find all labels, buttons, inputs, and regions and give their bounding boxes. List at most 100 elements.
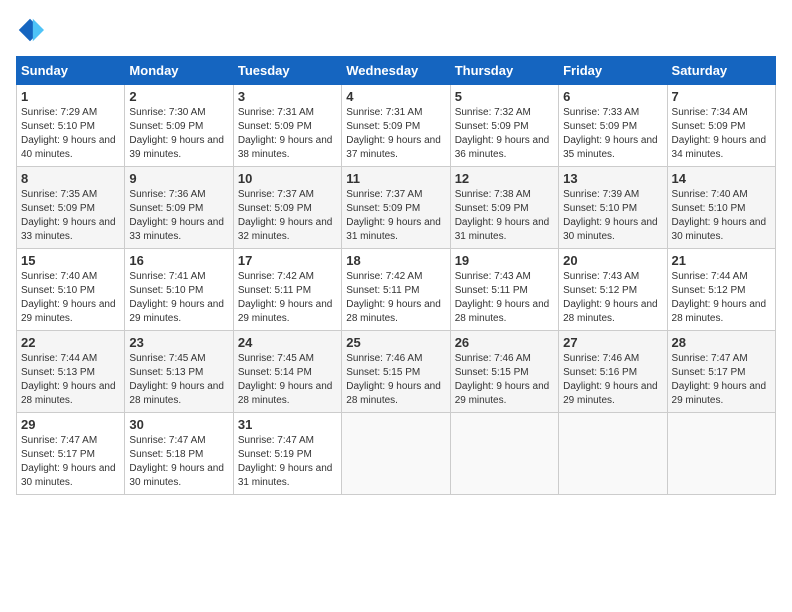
- day-number: 6: [563, 89, 662, 104]
- day-number: 14: [672, 171, 771, 186]
- calendar-cell: 22 Sunrise: 7:44 AMSunset: 5:13 PMDaylig…: [17, 331, 125, 413]
- day-info: Sunrise: 7:30 AMSunset: 5:09 PMDaylight:…: [129, 107, 224, 160]
- calendar-cell: [559, 413, 667, 495]
- day-info: Sunrise: 7:42 AMSunset: 5:11 PMDaylight:…: [238, 271, 333, 324]
- day-info: Sunrise: 7:45 AMSunset: 5:14 PMDaylight:…: [238, 353, 333, 406]
- calendar-cell: 27 Sunrise: 7:46 AMSunset: 5:16 PMDaylig…: [559, 331, 667, 413]
- day-info: Sunrise: 7:47 AMSunset: 5:17 PMDaylight:…: [21, 435, 116, 488]
- calendar-cell: 31 Sunrise: 7:47 AMSunset: 5:19 PMDaylig…: [233, 413, 341, 495]
- day-number: 28: [672, 335, 771, 350]
- day-number: 24: [238, 335, 337, 350]
- col-header-thursday: Thursday: [450, 57, 558, 85]
- day-number: 3: [238, 89, 337, 104]
- day-number: 10: [238, 171, 337, 186]
- day-number: 17: [238, 253, 337, 268]
- day-number: 30: [129, 417, 228, 432]
- day-number: 27: [563, 335, 662, 350]
- day-info: Sunrise: 7:29 AMSunset: 5:10 PMDaylight:…: [21, 107, 116, 160]
- day-info: Sunrise: 7:37 AMSunset: 5:09 PMDaylight:…: [238, 189, 333, 242]
- header-row: SundayMondayTuesdayWednesdayThursdayFrid…: [17, 57, 776, 85]
- day-number: 16: [129, 253, 228, 268]
- day-info: Sunrise: 7:37 AMSunset: 5:09 PMDaylight:…: [346, 189, 441, 242]
- day-number: 9: [129, 171, 228, 186]
- day-info: Sunrise: 7:47 AMSunset: 5:17 PMDaylight:…: [672, 353, 767, 406]
- day-info: Sunrise: 7:44 AMSunset: 5:13 PMDaylight:…: [21, 353, 116, 406]
- day-info: Sunrise: 7:46 AMSunset: 5:16 PMDaylight:…: [563, 353, 658, 406]
- week-row-5: 29 Sunrise: 7:47 AMSunset: 5:17 PMDaylig…: [17, 413, 776, 495]
- day-number: 2: [129, 89, 228, 104]
- day-number: 19: [455, 253, 554, 268]
- day-info: Sunrise: 7:31 AMSunset: 5:09 PMDaylight:…: [238, 107, 333, 160]
- day-info: Sunrise: 7:47 AMSunset: 5:19 PMDaylight:…: [238, 435, 333, 488]
- day-info: Sunrise: 7:46 AMSunset: 5:15 PMDaylight:…: [455, 353, 550, 406]
- calendar-cell: 15 Sunrise: 7:40 AMSunset: 5:10 PMDaylig…: [17, 249, 125, 331]
- day-info: Sunrise: 7:35 AMSunset: 5:09 PMDaylight:…: [21, 189, 116, 242]
- day-info: Sunrise: 7:45 AMSunset: 5:13 PMDaylight:…: [129, 353, 224, 406]
- week-row-2: 8 Sunrise: 7:35 AMSunset: 5:09 PMDayligh…: [17, 167, 776, 249]
- calendar-cell: 19 Sunrise: 7:43 AMSunset: 5:11 PMDaylig…: [450, 249, 558, 331]
- day-number: 25: [346, 335, 445, 350]
- day-number: 13: [563, 171, 662, 186]
- col-header-sunday: Sunday: [17, 57, 125, 85]
- calendar-cell: 14 Sunrise: 7:40 AMSunset: 5:10 PMDaylig…: [667, 167, 775, 249]
- day-number: 7: [672, 89, 771, 104]
- header: [16, 16, 776, 44]
- calendar-cell: 6 Sunrise: 7:33 AMSunset: 5:09 PMDayligh…: [559, 85, 667, 167]
- calendar-cell: 16 Sunrise: 7:41 AMSunset: 5:10 PMDaylig…: [125, 249, 233, 331]
- day-info: Sunrise: 7:46 AMSunset: 5:15 PMDaylight:…: [346, 353, 441, 406]
- calendar-cell: 25 Sunrise: 7:46 AMSunset: 5:15 PMDaylig…: [342, 331, 450, 413]
- calendar-cell: 10 Sunrise: 7:37 AMSunset: 5:09 PMDaylig…: [233, 167, 341, 249]
- day-info: Sunrise: 7:34 AMSunset: 5:09 PMDaylight:…: [672, 107, 767, 160]
- calendar-cell: [667, 413, 775, 495]
- day-number: 31: [238, 417, 337, 432]
- calendar-cell: 29 Sunrise: 7:47 AMSunset: 5:17 PMDaylig…: [17, 413, 125, 495]
- day-info: Sunrise: 7:33 AMSunset: 5:09 PMDaylight:…: [563, 107, 658, 160]
- day-info: Sunrise: 7:31 AMSunset: 5:09 PMDaylight:…: [346, 107, 441, 160]
- calendar-cell: 7 Sunrise: 7:34 AMSunset: 5:09 PMDayligh…: [667, 85, 775, 167]
- day-number: 8: [21, 171, 120, 186]
- day-info: Sunrise: 7:43 AMSunset: 5:11 PMDaylight:…: [455, 271, 550, 324]
- col-header-tuesday: Tuesday: [233, 57, 341, 85]
- day-number: 5: [455, 89, 554, 104]
- col-header-monday: Monday: [125, 57, 233, 85]
- week-row-1: 1 Sunrise: 7:29 AMSunset: 5:10 PMDayligh…: [17, 85, 776, 167]
- col-header-saturday: Saturday: [667, 57, 775, 85]
- calendar-cell: 18 Sunrise: 7:42 AMSunset: 5:11 PMDaylig…: [342, 249, 450, 331]
- col-header-wednesday: Wednesday: [342, 57, 450, 85]
- logo-icon: [16, 16, 44, 44]
- calendar-cell: 17 Sunrise: 7:42 AMSunset: 5:11 PMDaylig…: [233, 249, 341, 331]
- calendar-cell: 13 Sunrise: 7:39 AMSunset: 5:10 PMDaylig…: [559, 167, 667, 249]
- day-number: 26: [455, 335, 554, 350]
- day-number: 29: [21, 417, 120, 432]
- calendar-cell: 3 Sunrise: 7:31 AMSunset: 5:09 PMDayligh…: [233, 85, 341, 167]
- day-info: Sunrise: 7:39 AMSunset: 5:10 PMDaylight:…: [563, 189, 658, 242]
- week-row-3: 15 Sunrise: 7:40 AMSunset: 5:10 PMDaylig…: [17, 249, 776, 331]
- calendar-cell: 12 Sunrise: 7:38 AMSunset: 5:09 PMDaylig…: [450, 167, 558, 249]
- calendar-cell: 28 Sunrise: 7:47 AMSunset: 5:17 PMDaylig…: [667, 331, 775, 413]
- day-info: Sunrise: 7:43 AMSunset: 5:12 PMDaylight:…: [563, 271, 658, 324]
- day-info: Sunrise: 7:38 AMSunset: 5:09 PMDaylight:…: [455, 189, 550, 242]
- day-number: 20: [563, 253, 662, 268]
- day-number: 11: [346, 171, 445, 186]
- calendar-table: SundayMondayTuesdayWednesdayThursdayFrid…: [16, 56, 776, 495]
- day-info: Sunrise: 7:40 AMSunset: 5:10 PMDaylight:…: [672, 189, 767, 242]
- logo: [16, 16, 48, 44]
- calendar-cell: 21 Sunrise: 7:44 AMSunset: 5:12 PMDaylig…: [667, 249, 775, 331]
- calendar-cell: 20 Sunrise: 7:43 AMSunset: 5:12 PMDaylig…: [559, 249, 667, 331]
- day-number: 1: [21, 89, 120, 104]
- calendar-cell: 8 Sunrise: 7:35 AMSunset: 5:09 PMDayligh…: [17, 167, 125, 249]
- calendar-cell: 9 Sunrise: 7:36 AMSunset: 5:09 PMDayligh…: [125, 167, 233, 249]
- day-info: Sunrise: 7:42 AMSunset: 5:11 PMDaylight:…: [346, 271, 441, 324]
- day-number: 15: [21, 253, 120, 268]
- calendar-cell: 24 Sunrise: 7:45 AMSunset: 5:14 PMDaylig…: [233, 331, 341, 413]
- week-row-4: 22 Sunrise: 7:44 AMSunset: 5:13 PMDaylig…: [17, 331, 776, 413]
- calendar-cell: 4 Sunrise: 7:31 AMSunset: 5:09 PMDayligh…: [342, 85, 450, 167]
- calendar-cell: 30 Sunrise: 7:47 AMSunset: 5:18 PMDaylig…: [125, 413, 233, 495]
- day-number: 23: [129, 335, 228, 350]
- day-number: 22: [21, 335, 120, 350]
- calendar-cell: 5 Sunrise: 7:32 AMSunset: 5:09 PMDayligh…: [450, 85, 558, 167]
- calendar-cell: [450, 413, 558, 495]
- day-number: 12: [455, 171, 554, 186]
- day-info: Sunrise: 7:47 AMSunset: 5:18 PMDaylight:…: [129, 435, 224, 488]
- calendar-cell: 1 Sunrise: 7:29 AMSunset: 5:10 PMDayligh…: [17, 85, 125, 167]
